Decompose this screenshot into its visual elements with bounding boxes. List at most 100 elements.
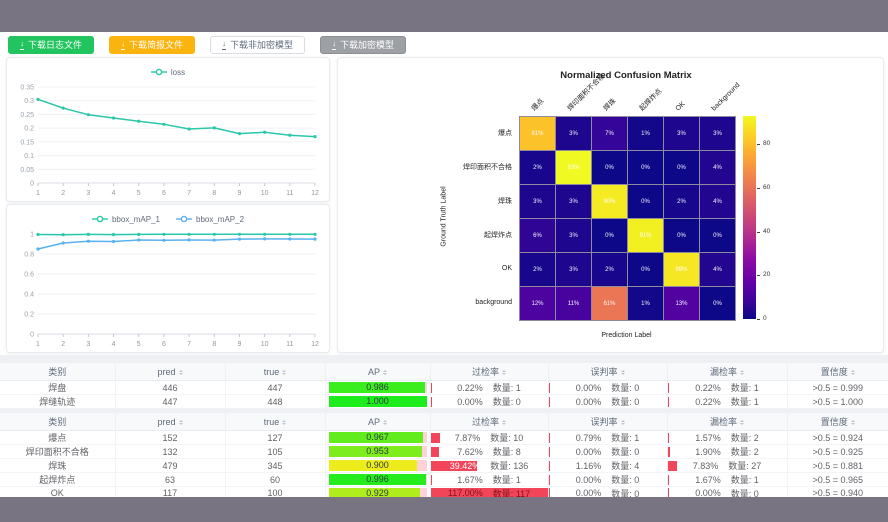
matrix-col-label: 起焊炸点 [637, 86, 665, 114]
matrix-cell: 61% [592, 287, 627, 320]
download-icon: ↓ [121, 40, 125, 50]
cell-category: 焊印面积不合格 [0, 445, 115, 459]
col-header-conf[interactable]: 置信度 [787, 413, 888, 431]
download-unencrypted-model-button[interactable]: ↓ 下载非加密模型 [210, 36, 305, 54]
download-icon: ↓ [20, 40, 24, 50]
sort-icon[interactable] [282, 370, 286, 375]
svg-text:11: 11 [286, 190, 293, 197]
matrix-cell: 3% [556, 117, 591, 150]
colorbar-tick-label: 80 [763, 140, 770, 147]
cell-category: 焊珠 [0, 459, 115, 473]
col-header-ap[interactable]: AP [325, 363, 430, 381]
svg-text:0.6: 0.6 [24, 272, 34, 279]
matrix-cell: 0% [664, 219, 699, 252]
matrix-cell: 2% [592, 253, 627, 286]
sort-icon[interactable] [621, 370, 625, 375]
sort-icon[interactable] [740, 370, 744, 375]
legend-marker-icon [92, 215, 108, 223]
matrix-cell: 3% [556, 219, 591, 252]
map-chart-card: bbox_mAP_1bbox_mAP_2 00.20.40.60.8112345… [6, 204, 330, 353]
cell-true: 345 [225, 459, 325, 473]
matrix-cell: 0% [700, 219, 735, 252]
window-chrome-bottom [0, 497, 888, 522]
matrix-cell: 1% [628, 287, 663, 320]
col-header-over[interactable]: 过检率 [430, 413, 548, 431]
cell-pred: 446 [115, 381, 225, 395]
loss-chart-card: loss 00.050.10.150.20.250.30.35123456789… [6, 57, 330, 202]
col-header-category: 类别 [0, 363, 115, 381]
col-header-conf[interactable]: 置信度 [787, 363, 888, 381]
button-label: 下载非加密模型 [230, 36, 293, 54]
toolbar: ↓ 下载日志文件 ↓ 下载简报文件 ↓ 下载非加密模型 ↓ 下载加密模型 [8, 36, 406, 54]
cell-pred: 152 [115, 431, 225, 445]
legend-item-loss[interactable]: loss [151, 68, 185, 77]
svg-text:2: 2 [61, 341, 65, 348]
cell-confidence: >0.5 = 1.000 [787, 395, 888, 409]
matrix-cell: 3% [520, 185, 555, 218]
cell-confidence: >0.5 = 0.924 [787, 431, 888, 445]
legend-item-bbox_mAP_1[interactable]: bbox_mAP_1 [92, 215, 160, 224]
button-label: 下载加密模型 [340, 36, 394, 54]
svg-text:12: 12 [311, 341, 319, 348]
colorbar-tick [757, 144, 760, 145]
sort-icon[interactable] [383, 420, 387, 425]
sort-icon[interactable] [179, 370, 183, 375]
download-report-button[interactable]: ↓ 下载简报文件 [109, 36, 195, 54]
matrix-row-label: 焊珠 [420, 184, 512, 217]
col-header-true[interactable]: true [225, 413, 325, 431]
svg-text:1: 1 [36, 341, 40, 348]
page: ↓ 下载日志文件 ↓ 下载简报文件 ↓ 下载非加密模型 ↓ 下载加密模型 los… [0, 32, 888, 497]
cell-mis-rate: 0.00%数量: 0 [548, 395, 667, 409]
matrix-cell: 4% [700, 185, 735, 218]
cell-mis-rate: 0.00%数量: 0 [548, 445, 667, 459]
colorbar-tick-label: 20 [763, 271, 770, 278]
sort-icon[interactable] [851, 420, 855, 425]
detail-table-2: 类别 pred true AP 过检率 误判率 漏检率 置信度 爆点152127… [0, 413, 888, 501]
col-header-ap[interactable]: AP [325, 413, 430, 431]
col-header-miss[interactable]: 漏检率 [667, 413, 787, 431]
matrix-cell: 0% [664, 151, 699, 184]
col-header-mis[interactable]: 误判率 [548, 413, 667, 431]
sort-icon[interactable] [282, 420, 286, 425]
sort-icon[interactable] [621, 420, 625, 425]
svg-text:8: 8 [212, 190, 216, 197]
cell-ap: 0.967 [325, 431, 430, 445]
sort-icon[interactable] [740, 420, 744, 425]
svg-text:9: 9 [238, 190, 242, 197]
cell-category: 爆点 [0, 431, 115, 445]
matrix-row-label: 爆点 [420, 116, 512, 149]
download-encrypted-model-button[interactable]: ↓ 下载加密模型 [320, 36, 406, 54]
col-header-pred[interactable]: pred [115, 413, 225, 431]
download-log-button[interactable]: ↓ 下载日志文件 [8, 36, 94, 54]
bbox-map-chart: 00.20.40.60.81123456789101112 [11, 228, 325, 349]
svg-text:0: 0 [30, 181, 34, 188]
svg-text:0.1: 0.1 [24, 153, 34, 160]
matrix-cell: 4% [700, 253, 735, 286]
matrix-cell: 3% [664, 117, 699, 150]
tables-section: 类别 pred true AP 过检率 误判率 漏检率 置信度 焊盘446447… [0, 355, 888, 497]
sort-icon[interactable] [502, 420, 506, 425]
legend-item-bbox_mAP_2[interactable]: bbox_mAP_2 [176, 215, 244, 224]
matrix-cell: 3% [700, 117, 735, 150]
cell-pred: 63 [115, 473, 225, 487]
colorbar-tick [757, 232, 760, 233]
col-header-pred[interactable]: pred [115, 363, 225, 381]
col-header-true[interactable]: true [225, 363, 325, 381]
sort-icon[interactable] [502, 370, 506, 375]
matrix-col-label: OK [673, 99, 688, 114]
legend-marker-icon [176, 215, 192, 223]
matrix-row-label: 起焊炸点 [420, 218, 512, 251]
col-header-miss[interactable]: 漏检率 [667, 363, 787, 381]
col-header-mis[interactable]: 误判率 [548, 363, 667, 381]
table-header-row: 类别 pred true AP 过检率 误判率 漏检率 置信度 [0, 363, 888, 381]
svg-text:9: 9 [238, 341, 242, 348]
cell-confidence: >0.5 = 0.881 [787, 459, 888, 473]
cell-miss-rate: 1.67%数量: 1 [667, 473, 787, 487]
sort-icon[interactable] [851, 370, 855, 375]
col-header-over[interactable]: 过检率 [430, 363, 548, 381]
table-row: 焊印面积不合格1321050.9537.62%数量: 80.00%数量: 01.… [0, 445, 888, 459]
sort-icon[interactable] [179, 420, 183, 425]
sort-icon[interactable] [383, 370, 387, 375]
table-row: 爆点1521270.9677.87%数量: 100.79%数量: 11.57%数… [0, 431, 888, 445]
cell-true: 447 [225, 381, 325, 395]
